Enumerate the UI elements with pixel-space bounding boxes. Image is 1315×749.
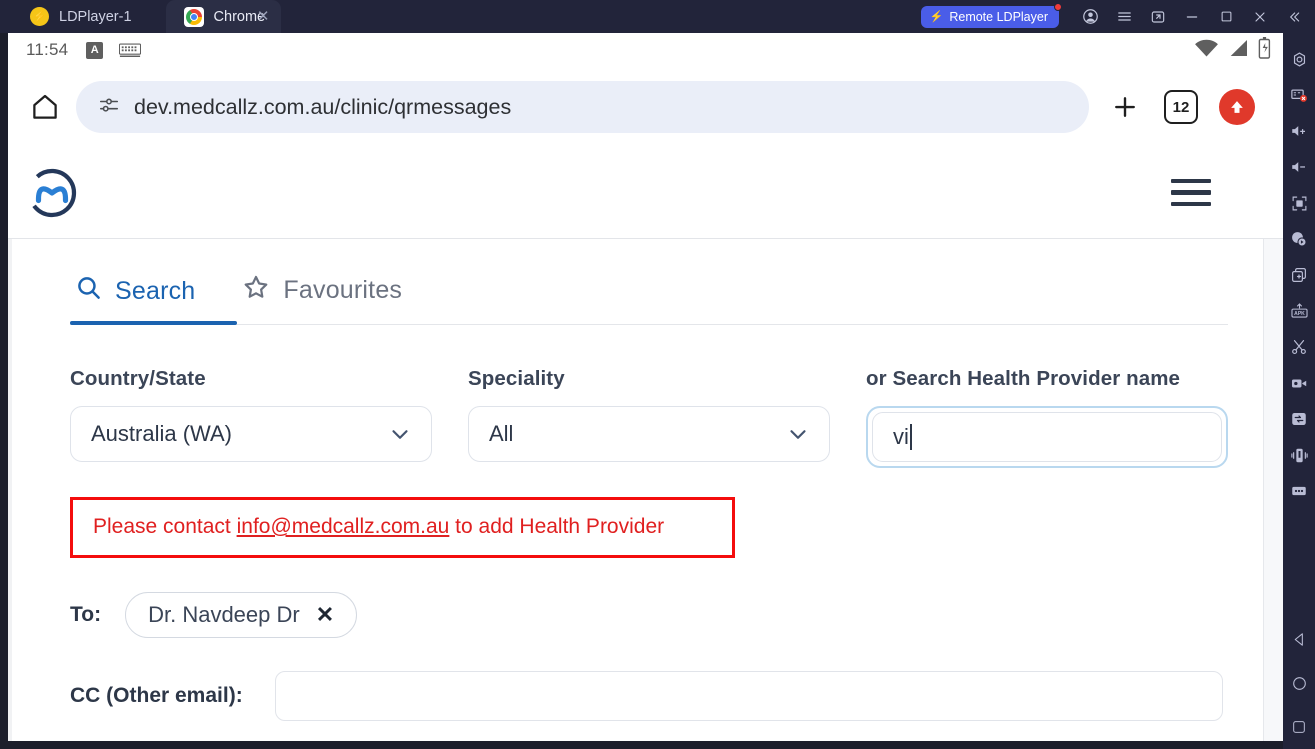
provider-search-focus-ring: vi	[866, 406, 1228, 468]
medcallz-logo-icon	[26, 167, 78, 219]
adblock-icon[interactable]	[1283, 77, 1315, 113]
volume-up-icon[interactable]	[1283, 113, 1315, 149]
titlebar-controls: ⚡ Remote LDPlayer	[920, 0, 1315, 33]
battery-charging-icon	[1258, 36, 1271, 64]
signal-icon	[1228, 39, 1249, 62]
field-label: Speciality	[468, 367, 565, 390]
recipient-name: Dr. Navdeep Dr	[148, 602, 300, 627]
recents-icon[interactable]	[1283, 705, 1315, 749]
tab-switcher-button[interactable]: 12	[1153, 79, 1209, 135]
update-icon	[1219, 89, 1255, 125]
update-button[interactable]	[1209, 79, 1265, 135]
support-email-link[interactable]: info@medcallz.com.au	[237, 515, 450, 538]
status-time: 11:54	[26, 40, 69, 59]
scissors-icon[interactable]	[1283, 329, 1315, 365]
back-icon[interactable]	[1283, 617, 1315, 661]
search-filters: Country/State Australia (WA) Speciality …	[70, 367, 1228, 468]
field-label: or Search Health Provider name	[866, 367, 1181, 390]
account-icon[interactable]	[1073, 0, 1107, 33]
location-icon[interactable]	[1283, 221, 1315, 257]
country-state-select[interactable]: Australia (WA)	[70, 406, 432, 462]
tab-count: 12	[1164, 90, 1198, 124]
field-label: Country/State	[70, 367, 206, 390]
multi-instance-icon[interactable]	[1283, 257, 1315, 293]
ldplayer-icon	[30, 7, 49, 26]
ldplayer-window: LDPlayer-1 Chrome ✕ ⚡ Remote LDPlayer	[0, 0, 1315, 749]
address-bar[interactable]: dev.medcallz.com.au/clinic/qrmessages	[76, 81, 1089, 133]
page-info-icon[interactable]	[98, 94, 120, 121]
field-country-state: Country/State Australia (WA)	[70, 367, 432, 468]
field-speciality: Speciality All	[468, 367, 830, 468]
remote-ldplayer-button[interactable]: ⚡ Remote LDPlayer	[920, 2, 1062, 28]
shake-icon[interactable]	[1283, 437, 1315, 473]
tab-favourites[interactable]: Favourites	[237, 263, 444, 324]
to-label: To:	[70, 603, 102, 626]
add-provider-notice: Please contact info@medcallz.com.au to a…	[70, 497, 735, 558]
speciality-select[interactable]: All	[468, 406, 830, 462]
site-header	[8, 147, 1283, 239]
provider-search-input[interactable]: vi	[872, 412, 1222, 462]
cc-email-input[interactable]	[274, 671, 1223, 721]
fullscreen-icon[interactable]	[1283, 185, 1315, 221]
close-icon[interactable]: ✕	[255, 8, 271, 25]
star-icon	[242, 273, 270, 308]
menu-icon[interactable]	[1107, 0, 1141, 33]
text-caret	[909, 424, 912, 450]
field-provider-search: or Search Health Provider name vi	[866, 367, 1228, 468]
chrome-toolbar: dev.medcallz.com.au/clinic/qrmessages 12	[8, 67, 1283, 147]
close-icon[interactable]	[1243, 0, 1277, 33]
recipient-chip[interactable]: Dr. Navdeep Dr ✕	[125, 592, 358, 638]
web-page-viewport: Search Favourites Country/State Australi…	[8, 147, 1283, 741]
remote-ldplayer-label: Remote LDPlayer	[949, 9, 1048, 24]
home-icon[interactable]	[1283, 661, 1315, 705]
page-content: Search Favourites Country/State Australi…	[8, 263, 1283, 721]
ldplayer-sidebar: APK	[1283, 33, 1315, 749]
search-icon	[75, 274, 102, 308]
status-indicators	[1194, 36, 1271, 64]
cc-row: CC (Other email):	[70, 671, 1228, 721]
record-video-icon[interactable]	[1283, 365, 1315, 401]
ime-badge-icon: A	[86, 41, 104, 59]
minimize-icon[interactable]	[1175, 0, 1209, 33]
chrome-icon	[183, 6, 204, 27]
notice-prefix: Please contact	[93, 515, 237, 538]
more-icon[interactable]	[1283, 473, 1315, 509]
wifi-icon	[1194, 39, 1219, 62]
tab-label: Search	[115, 276, 196, 305]
chevron-down-icon	[785, 421, 811, 447]
collapse-icon[interactable]	[1277, 0, 1311, 33]
provider-search-value: vi	[893, 424, 909, 449]
notice-suffix: to add Health Provider	[449, 515, 665, 538]
bolt-icon: ⚡	[929, 11, 944, 23]
home-icon[interactable]	[22, 84, 68, 130]
emulator-tab-ldplayer[interactable]: LDPlayer-1	[0, 0, 166, 33]
maximize-icon[interactable]	[1209, 0, 1243, 33]
emulator-tab-label: LDPlayer-1	[59, 8, 132, 25]
page-tab-bar: Search Favourites	[70, 263, 1228, 325]
apk-install-icon[interactable]: APK	[1283, 293, 1315, 329]
country-state-value: Australia (WA)	[91, 421, 232, 446]
notification-dot	[1054, 2, 1062, 11]
chevron-down-icon	[387, 421, 413, 447]
ldplayer-titlebar: LDPlayer-1 Chrome ✕ ⚡ Remote LDPlayer	[0, 0, 1315, 33]
emulator-tab-chrome[interactable]: Chrome ✕	[165, 0, 282, 33]
speciality-value: All	[489, 421, 514, 446]
tab-label: Favourites	[283, 276, 403, 304]
remove-recipient-icon[interactable]: ✕	[316, 604, 334, 626]
android-status-bar: 11:54 A	[8, 33, 1283, 67]
settings-gear-icon[interactable]	[1283, 41, 1315, 77]
svg-text:APK: APK	[1294, 310, 1305, 316]
hamburger-menu[interactable]	[1171, 175, 1211, 211]
popout-icon[interactable]	[1141, 0, 1175, 33]
new-tab-button[interactable]	[1097, 79, 1153, 135]
cc-label: CC (Other email):	[70, 684, 243, 707]
sync-icon[interactable]	[1283, 401, 1315, 437]
tab-search[interactable]: Search	[70, 264, 238, 325]
volume-down-icon[interactable]	[1283, 149, 1315, 185]
url-text: dev.medcallz.com.au/clinic/qrmessages	[134, 94, 512, 119]
keyboard-icon	[119, 43, 142, 58]
to-recipients-row: To: Dr. Navdeep Dr ✕	[70, 592, 1228, 638]
emulator-tab-strip: LDPlayer-1 Chrome ✕	[0, 0, 282, 33]
